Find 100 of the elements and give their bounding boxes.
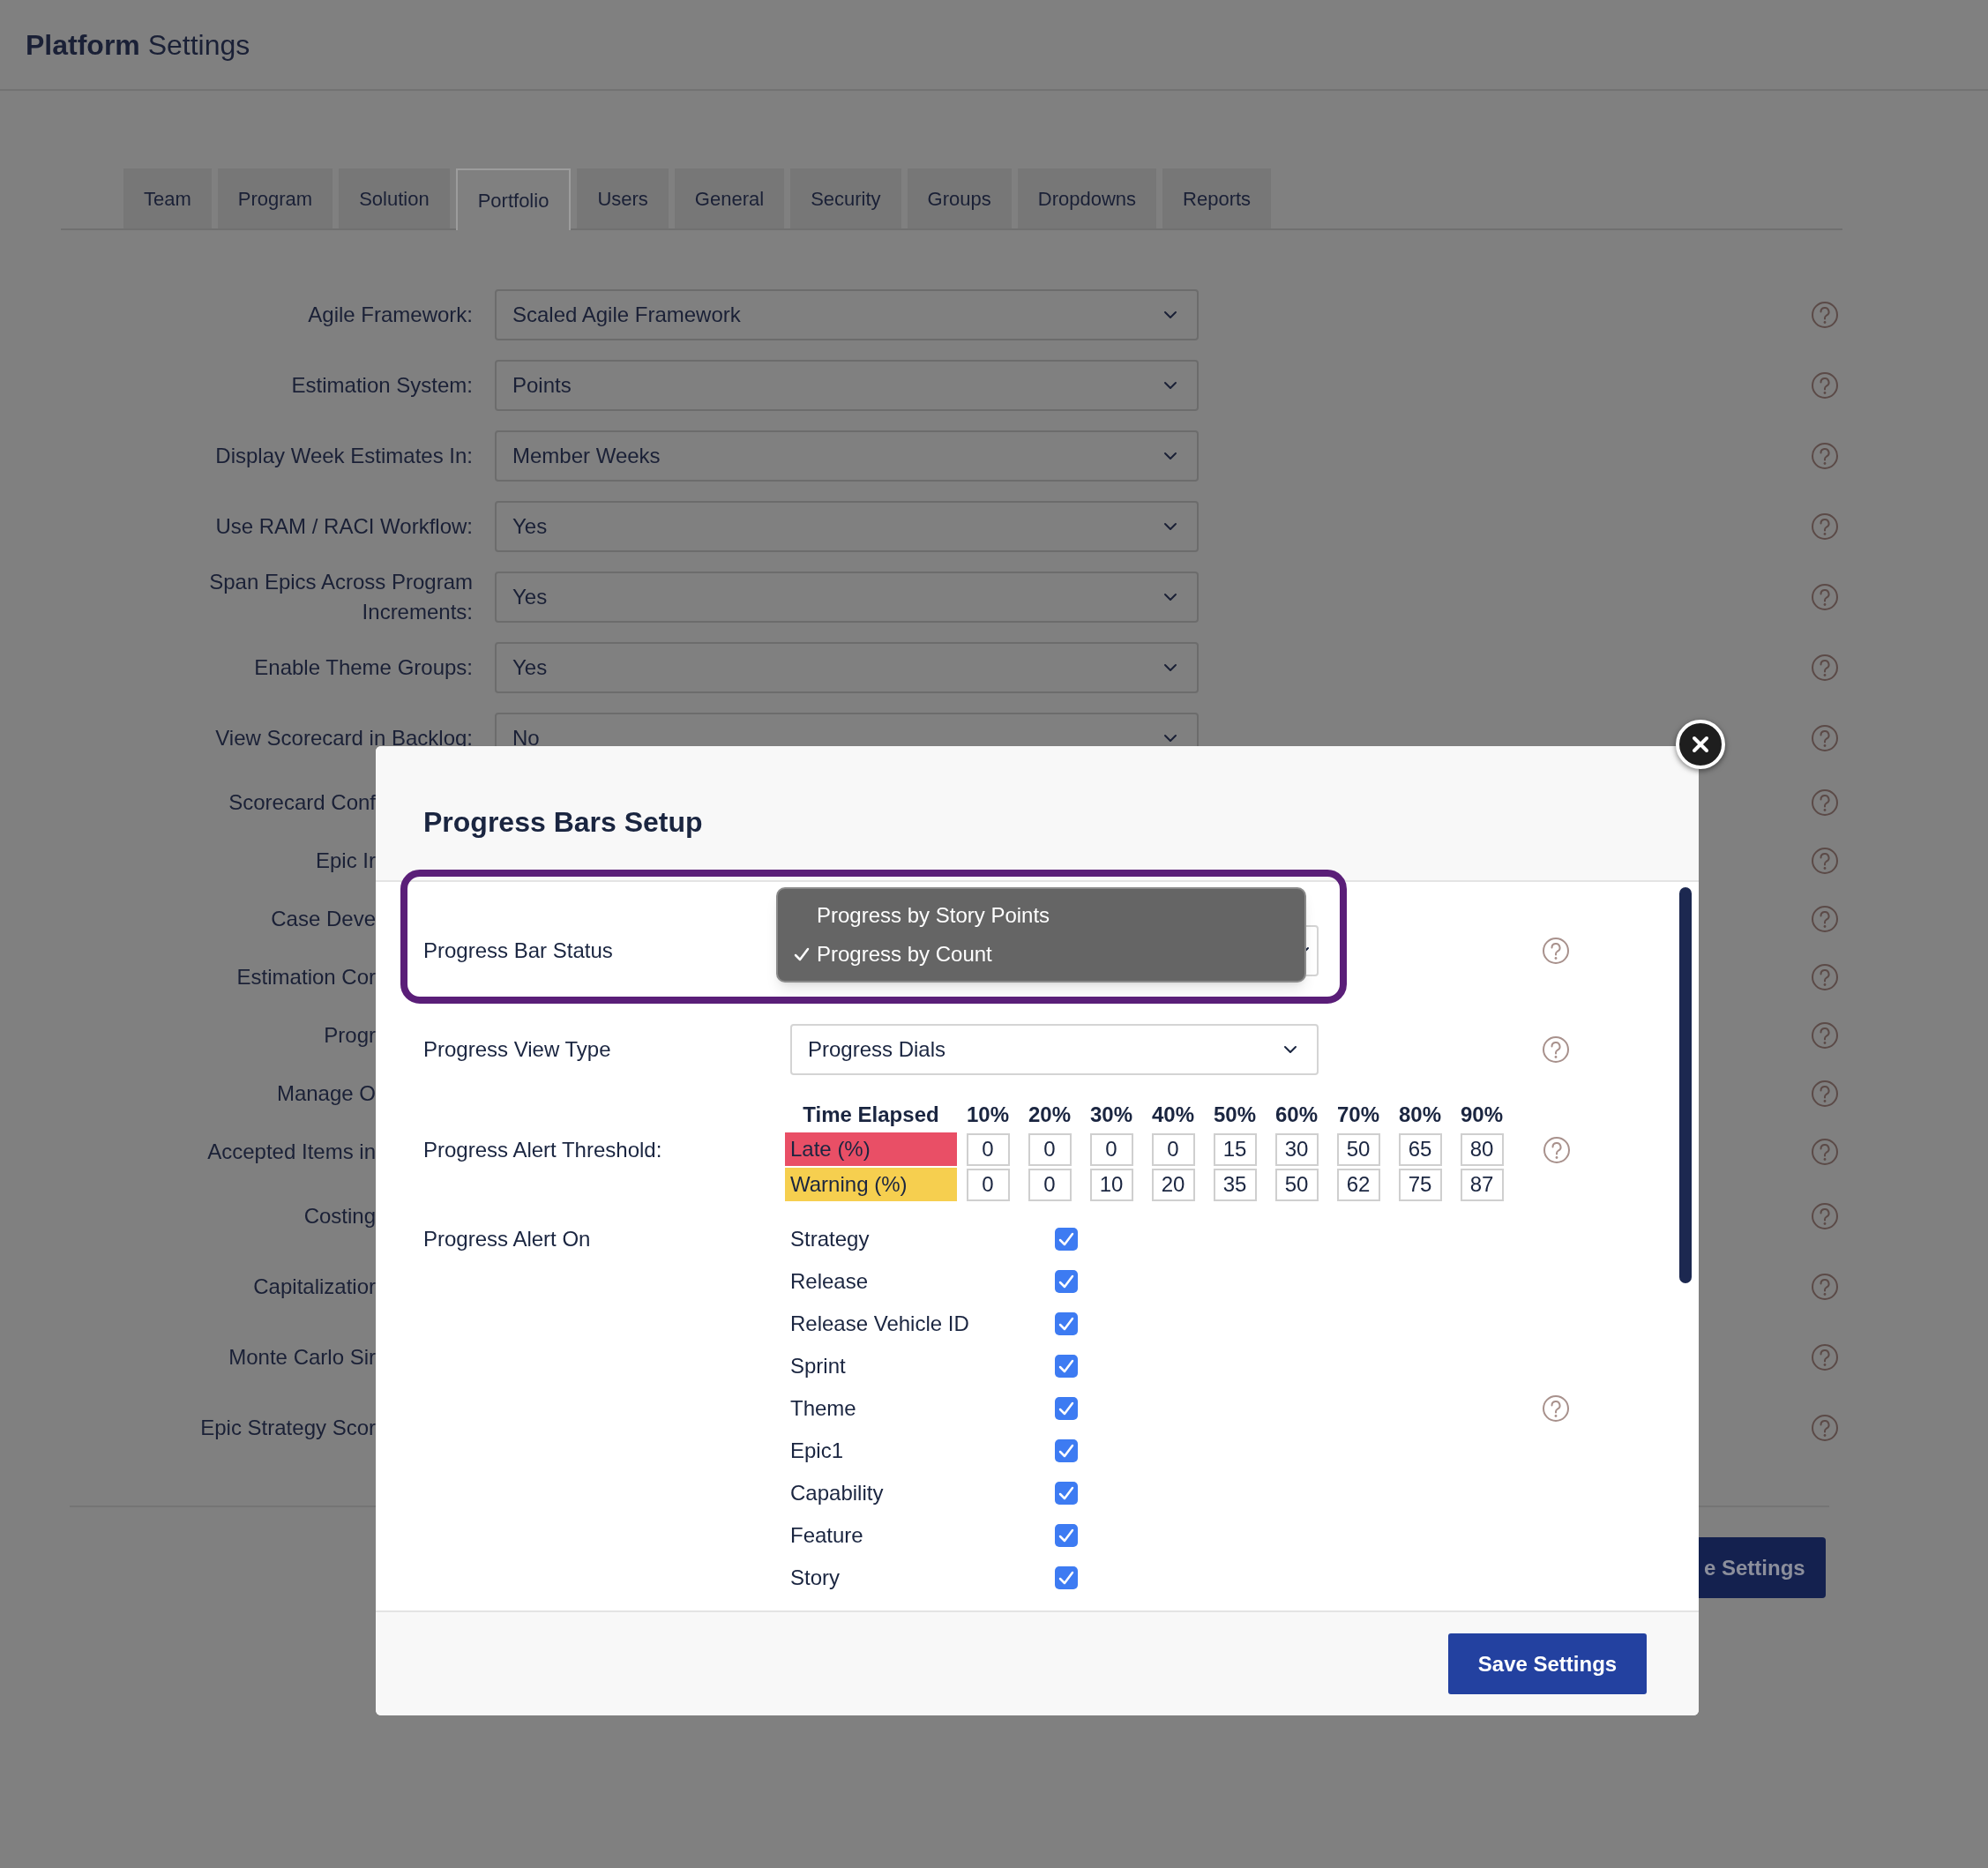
setting-label: Use RAM / RACI Workflow: (215, 513, 473, 540)
threshold-input[interactable]: 20 (1151, 1168, 1195, 1201)
tab[interactable]: Program (217, 168, 333, 228)
checkbox[interactable] (1055, 1566, 1078, 1589)
help-icon[interactable] (1811, 512, 1839, 541)
threshold-input[interactable]: 87 (1460, 1168, 1504, 1201)
tab[interactable]: Security (790, 168, 901, 228)
help-icon[interactable] (1542, 1035, 1570, 1064)
threshold-input[interactable]: 65 (1398, 1132, 1442, 1166)
threshold-input[interactable]: 0 (1028, 1168, 1072, 1201)
tab[interactable]: Team (123, 168, 212, 228)
setting-select[interactable]: Yes (495, 642, 1199, 693)
field-label: Progress Bar Status (423, 938, 613, 962)
threshold-input[interactable]: 30 (1274, 1132, 1319, 1166)
help-icon[interactable] (1811, 371, 1839, 400)
setting-select[interactable]: Yes (495, 572, 1199, 623)
help-icon[interactable] (1542, 937, 1570, 965)
help-icon[interactable] (1811, 847, 1839, 875)
help-icon[interactable] (1811, 442, 1839, 470)
setting-label: Manage O (276, 1080, 376, 1107)
tab[interactable]: Portfolio (455, 168, 572, 230)
setting-label: Estimation Cor (236, 964, 376, 990)
column-header: 90% (1460, 1102, 1503, 1128)
threshold-input[interactable]: 0 (966, 1168, 1010, 1201)
checkbox[interactable] (1055, 1439, 1078, 1462)
checkbox-label: Theme (790, 1395, 857, 1422)
checkbox[interactable] (1055, 1524, 1078, 1547)
threshold-input[interactable]: 0 (1028, 1132, 1072, 1166)
help-icon[interactable] (1811, 1202, 1839, 1230)
threshold-input[interactable]: 15 (1213, 1132, 1257, 1166)
checkbox[interactable] (1055, 1397, 1078, 1420)
column-header: 20% (1028, 1102, 1071, 1128)
setting-label: Epic Ir (316, 848, 376, 874)
view-type-select[interactable]: Progress Dials (790, 1024, 1319, 1075)
checkbox[interactable] (1055, 1228, 1078, 1251)
setting-label: Epic Strategy Scor (200, 1415, 376, 1441)
help-icon[interactable] (1811, 1138, 1839, 1166)
help-icon[interactable] (1811, 654, 1839, 682)
setting-select[interactable]: Yes (495, 501, 1199, 552)
help-icon[interactable] (1811, 583, 1839, 611)
threshold-input[interactable]: 80 (1460, 1132, 1504, 1166)
help-icon[interactable] (1811, 724, 1839, 752)
checkbox[interactable] (1055, 1355, 1078, 1378)
setting-label: Accepted Items in (207, 1139, 376, 1165)
checkbox-label: Release (790, 1268, 870, 1295)
setting-select[interactable]: Member Weeks (495, 430, 1199, 482)
checkbox-label: Sprint (790, 1353, 847, 1379)
tab[interactable]: Reports (1162, 168, 1272, 228)
check-icon (1058, 1358, 1074, 1374)
help-icon[interactable] (1811, 1080, 1839, 1108)
setting-label: Capitalizatior (253, 1274, 376, 1300)
check-icon (794, 946, 810, 962)
save-settings-button[interactable]: e Settings (1699, 1537, 1826, 1598)
page-title: Platform Settings (26, 27, 250, 63)
help-icon[interactable] (1811, 905, 1839, 933)
help-icon[interactable] (1543, 1136, 1571, 1164)
help-icon[interactable] (1811, 1021, 1839, 1050)
help-icon[interactable] (1811, 788, 1839, 817)
column-header: 50% (1213, 1102, 1256, 1128)
help-icon[interactable] (1811, 1273, 1839, 1301)
scrollbar[interactable] (1679, 887, 1692, 1283)
help-icon[interactable] (1811, 301, 1839, 329)
checkbox[interactable] (1055, 1312, 1078, 1335)
menu-option[interactable]: Progress by Story Points (778, 896, 1304, 935)
threshold-input[interactable]: 0 (966, 1132, 1010, 1166)
threshold-input[interactable]: 0 (1089, 1132, 1133, 1166)
close-button[interactable] (1676, 720, 1725, 769)
row-label: Late (%) (785, 1132, 957, 1166)
check-icon (1058, 1485, 1074, 1501)
tab[interactable]: General (674, 168, 785, 228)
tab[interactable]: Groups (907, 168, 1012, 228)
checkbox-label: Story (790, 1565, 841, 1591)
help-icon[interactable] (1542, 1394, 1570, 1423)
threshold-input[interactable]: 62 (1336, 1168, 1380, 1201)
tab[interactable]: Dropdowns (1017, 168, 1157, 228)
help-icon[interactable] (1811, 963, 1839, 991)
check-icon (1058, 1401, 1074, 1416)
check-icon (1058, 1528, 1074, 1543)
checkbox[interactable] (1055, 1270, 1078, 1293)
threshold-input[interactable]: 0 (1151, 1132, 1195, 1166)
checkbox[interactable] (1055, 1482, 1078, 1505)
tab[interactable]: Solution (339, 168, 450, 228)
setting-select[interactable]: Points (495, 360, 1199, 411)
threshold-input[interactable]: 50 (1274, 1168, 1319, 1201)
setting-label: Agile Framework: (308, 302, 473, 328)
threshold-input[interactable]: 75 (1398, 1168, 1442, 1201)
save-settings-button[interactable]: Save Settings (1448, 1633, 1647, 1694)
setting-label: Costing (303, 1203, 376, 1229)
setting-label: Case Deve (271, 906, 376, 932)
checkbox-label: Feature (790, 1522, 864, 1549)
setting-select[interactable]: Scaled Agile Framework (495, 289, 1199, 340)
help-icon[interactable] (1811, 1343, 1839, 1371)
tab[interactable]: Users (577, 168, 669, 228)
setting-label: Progr (324, 1022, 376, 1049)
threshold-input[interactable]: 50 (1336, 1132, 1380, 1166)
help-icon[interactable] (1811, 1414, 1839, 1442)
threshold-input[interactable]: 35 (1213, 1168, 1257, 1201)
threshold-input[interactable]: 10 (1089, 1168, 1133, 1201)
check-icon (1058, 1316, 1074, 1332)
menu-option[interactable]: Progress by Count (778, 935, 1304, 974)
